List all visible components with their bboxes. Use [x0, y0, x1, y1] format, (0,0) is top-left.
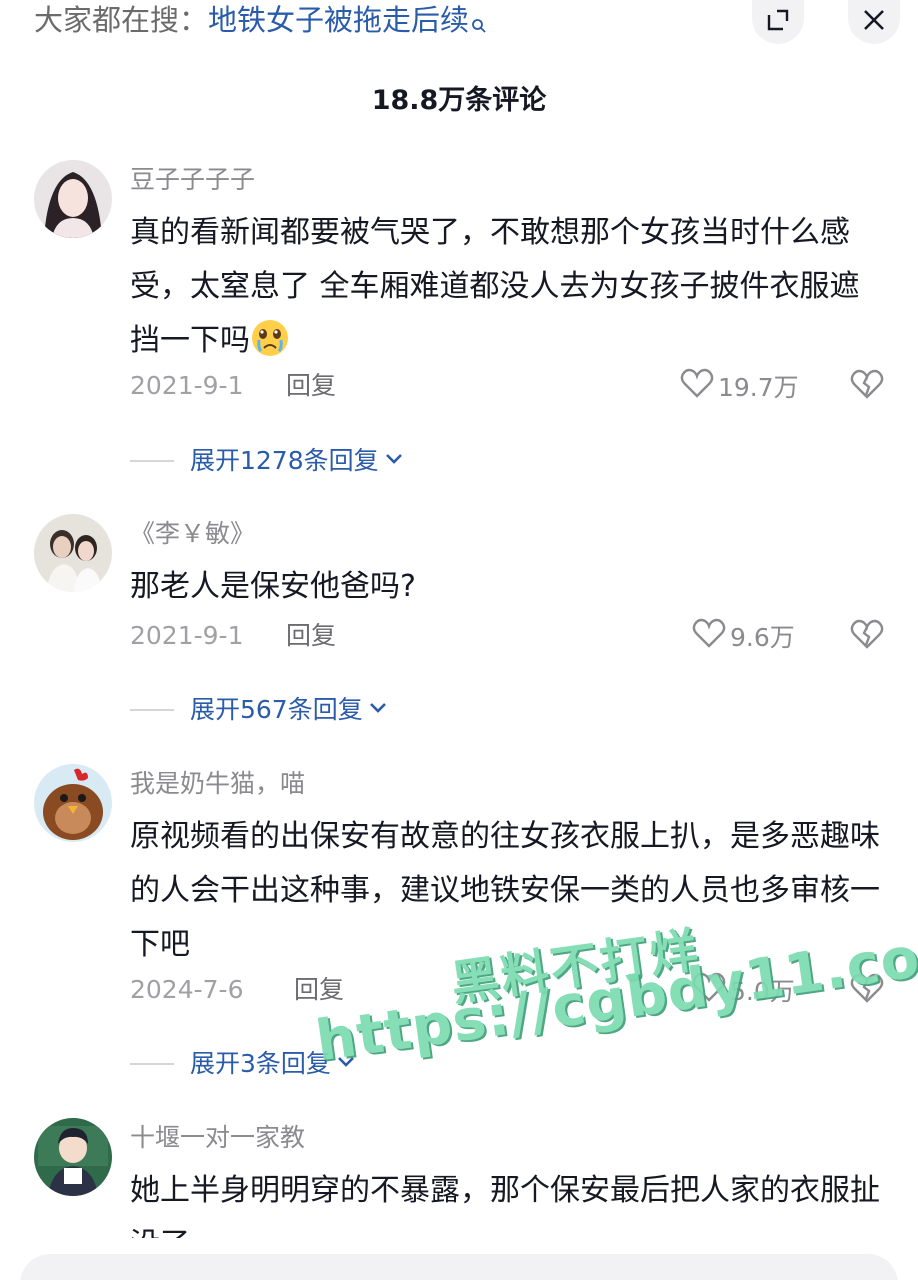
reply-button[interactable]: 回复 [286, 616, 336, 656]
heart-icon [692, 617, 730, 655]
comment-date: 2024-7-6 [130, 975, 244, 1004]
like-count: 19.7万 [718, 373, 799, 402]
crying-face-icon [250, 318, 290, 358]
comment-username[interactable]: 豆子子子子 [130, 162, 884, 198]
comment-text: 那老人是保安他爸吗? [130, 569, 416, 604]
comment-text-body: 真的看新闻都要被气哭了，不敢想那个女孩当时什么感受，太窒息了 全车厢难道都没人去… [130, 215, 860, 358]
avatar[interactable] [34, 160, 112, 238]
like-button[interactable]: 9.6万 [692, 616, 795, 656]
expand-replies-label: 展开567条回复 [190, 695, 363, 724]
comment-count-title: 18.8万条评论 [371, 85, 547, 116]
heart-icon [680, 367, 718, 405]
comment-username[interactable]: 十堰一对一家教 [130, 1120, 884, 1156]
expand-replies-label: 展开3条回复 [190, 1049, 331, 1078]
comment-item: 十堰一对一家教 她上半身明明穿的不暴露，那个保安最后把人家的衣服扯没了 [0, 1118, 918, 1238]
comment-username[interactable]: 《李￥敏》 [130, 516, 884, 552]
search-term-link[interactable]: 地铁女子被拖走后续 [208, 3, 469, 37]
comment-username[interactable]: 我是奶牛猫，喵 [130, 766, 884, 802]
expand-replies-label: 展开1278条回复 [190, 446, 379, 475]
reply-button[interactable]: 回复 [286, 366, 336, 406]
expand-button[interactable] [752, 0, 804, 44]
like-count: 9.6万 [730, 623, 795, 652]
search-prefix: 大家都在搜： [34, 3, 209, 37]
comment-date: 2021-9-1 [130, 371, 244, 400]
search-suggestion[interactable]: 大家都在搜：地铁女子被拖走后续 [34, 0, 487, 40]
broken-heart-icon[interactable] [850, 368, 884, 404]
expand-replies[interactable]: 展开1278条回复 [130, 441, 405, 481]
comment-text: 她上半身明明穿的不暴露，那个保安最后把人家的衣服扯没了 [130, 1173, 880, 1238]
comment-date: 2021-9-1 [130, 621, 244, 650]
broken-heart-icon[interactable] [850, 618, 884, 654]
reply-button[interactable]: 回复 [294, 970, 344, 1010]
close-button[interactable] [848, 0, 900, 44]
avatar[interactable] [34, 1118, 112, 1196]
chevron-down-icon [363, 697, 389, 723]
divider [130, 709, 174, 711]
divider [130, 460, 174, 462]
avatar[interactable] [34, 764, 112, 842]
close-icon [862, 8, 886, 36]
like-button[interactable]: 19.7万 [680, 366, 799, 406]
comment-input-bar[interactable] [20, 1254, 898, 1280]
avatar[interactable] [34, 514, 112, 592]
top-bar: 大家都在搜：地铁女子被拖走后续 [0, 0, 918, 44]
expand-replies[interactable]: 展开567条回复 [130, 690, 389, 730]
expand-icon [765, 7, 791, 37]
magnifier-icon [471, 4, 487, 44]
chevron-down-icon [379, 448, 405, 474]
divider [130, 1063, 174, 1065]
comment-text: 真的看新闻都要被气哭了，不敢想那个女孩当时什么感受，太窒息了 全车厢难道都没人去… [130, 206, 884, 368]
